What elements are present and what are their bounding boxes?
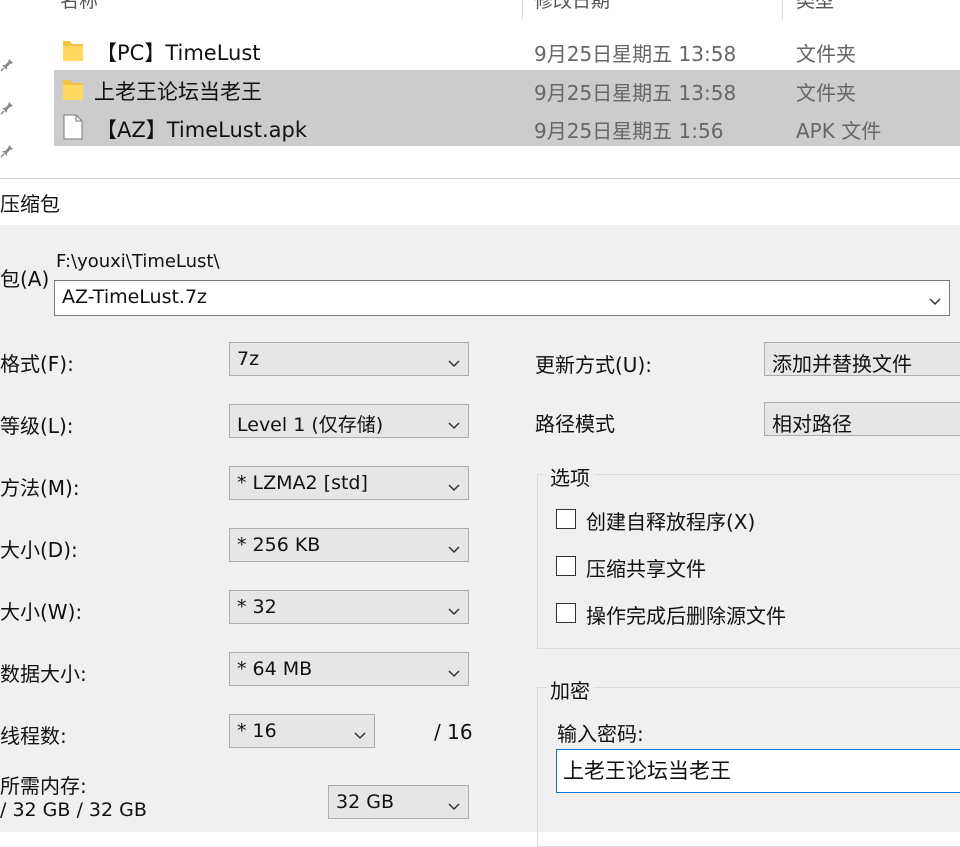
- chevron-down-icon: [448, 416, 460, 430]
- file-row[interactable]: 【PC】TimeLust 9月25日星期五 13:58 文件夹: [54, 31, 960, 69]
- column-header-type[interactable]: 类型: [796, 0, 834, 20]
- file-name: 【AZ】TimeLust.apk: [96, 118, 307, 142]
- method-label: 方法(M):: [0, 476, 80, 500]
- memory-select[interactable]: 32 GB: [328, 785, 469, 819]
- file-row[interactable]: 【AZ】TimeLust.apk 9月25日星期五 1:56 APK 文件: [54, 108, 960, 146]
- file-row[interactable]: 上老王论坛当老王 9月25日星期五 13:58 文件夹: [54, 70, 960, 108]
- folder-icon: [62, 76, 84, 102]
- compress-shared-label: 压缩共享文件: [586, 557, 706, 581]
- pin-icon: [0, 58, 14, 72]
- password-label: 输入密码:: [557, 722, 644, 746]
- file-date: 9月25日星期五 13:58: [534, 42, 737, 66]
- threads-total: / 16: [434, 720, 473, 744]
- chevron-down-icon: [354, 726, 366, 740]
- column-separator[interactable]: [522, 0, 523, 20]
- archive-path: F:\youxi\TimeLust\: [56, 251, 220, 272]
- update-mode-label: 更新方式(U):: [535, 353, 652, 377]
- file-type: APK 文件: [796, 119, 882, 143]
- create-sfx-checkbox[interactable]: [556, 509, 576, 529]
- options-group-title: 选项: [546, 462, 594, 491]
- column-header-name[interactable]: 名称: [60, 0, 98, 20]
- delete-after-label: 操作完成后删除源文件: [586, 604, 786, 628]
- chevron-down-icon: [448, 664, 460, 678]
- word-size-label: 大小(W):: [0, 600, 83, 624]
- path-mode-value: 相对路径: [772, 412, 852, 436]
- pin-icon: [0, 144, 14, 158]
- dialog-titlebar[interactable]: 压缩包: [0, 179, 960, 225]
- threads-label: 线程数:: [0, 724, 67, 748]
- path-mode-label: 路径模式: [535, 412, 615, 436]
- folder-icon: [62, 37, 84, 63]
- chevron-down-icon: [448, 602, 460, 616]
- password-value: 上老王论坛当老王: [563, 759, 731, 783]
- compress-shared-checkbox[interactable]: [556, 556, 576, 576]
- path-mode-select[interactable]: 相对路径: [764, 402, 960, 436]
- method-select[interactable]: * LZMA2 [std]: [229, 466, 469, 500]
- memory-label: 所需内存:: [0, 774, 87, 798]
- solid-block-size-value: * 64 MB: [237, 658, 313, 680]
- file-name: 上老王论坛当老王: [94, 80, 262, 104]
- format-label: 格式(F):: [0, 352, 74, 376]
- level-select[interactable]: Level 1 (仅存储): [229, 404, 469, 438]
- word-size-value: * 32: [237, 596, 277, 618]
- update-mode-select[interactable]: 添加并替换文件: [764, 342, 960, 376]
- column-separator[interactable]: [782, 0, 783, 20]
- threads-value: * 16: [237, 720, 277, 742]
- solid-block-size-label: 数据大小:: [0, 662, 87, 686]
- archive-name-combo[interactable]: AZ-TimeLust.7z: [54, 280, 950, 316]
- pin-icon: [0, 101, 14, 115]
- level-value: Level 1 (仅存储): [237, 414, 384, 436]
- threads-select[interactable]: * 16: [229, 714, 375, 748]
- chevron-down-icon[interactable]: [929, 292, 941, 306]
- encryption-group-title: 加密: [546, 675, 594, 704]
- create-sfx-label: 创建自释放程序(X): [586, 510, 756, 534]
- memory-value: / 32 GB / 32 GB: [0, 799, 147, 821]
- dictionary-size-select[interactable]: * 256 KB: [229, 528, 469, 562]
- dictionary-size-label: 大小(D):: [0, 538, 78, 562]
- archive-label: 包(A): [0, 267, 50, 291]
- chevron-down-icon: [448, 478, 460, 492]
- format-select[interactable]: 7z: [229, 342, 469, 376]
- dialog-title: 压缩包: [0, 192, 60, 216]
- chevron-down-icon: [448, 354, 460, 368]
- delete-after-checkbox[interactable]: [556, 603, 576, 623]
- file-icon: [62, 114, 84, 140]
- solid-block-size-select[interactable]: * 64 MB: [229, 652, 469, 686]
- file-date: 9月25日星期五 13:58: [534, 81, 737, 105]
- file-explorer-list: 名称 修改日期 类型 【PC】TimeLust 9月25日星期五 13:58 文…: [0, 0, 960, 176]
- format-value: 7z: [237, 348, 260, 370]
- column-header-date[interactable]: 修改日期: [534, 0, 610, 20]
- method-value: * LZMA2 [std]: [237, 472, 368, 494]
- file-type: 文件夹: [796, 81, 856, 105]
- level-label: 等级(L):: [0, 414, 74, 438]
- file-name: 【PC】TimeLust: [96, 41, 261, 65]
- word-size-select[interactable]: * 32: [229, 590, 469, 624]
- dictionary-size-value: * 256 KB: [237, 534, 321, 556]
- add-to-archive-dialog: 压缩包 包(A) F:\youxi\TimeLust\ AZ-TimeLust.…: [0, 178, 960, 847]
- archive-name-value: AZ-TimeLust.7z: [62, 286, 208, 308]
- file-type: 文件夹: [796, 42, 856, 66]
- memory-select-value: 32 GB: [336, 791, 394, 813]
- chevron-down-icon: [448, 540, 460, 554]
- chevron-down-icon: [448, 797, 460, 811]
- update-mode-value: 添加并替换文件: [772, 352, 912, 376]
- file-date: 9月25日星期五 1:56: [534, 119, 724, 143]
- password-input[interactable]: 上老王论坛当老王: [556, 749, 960, 793]
